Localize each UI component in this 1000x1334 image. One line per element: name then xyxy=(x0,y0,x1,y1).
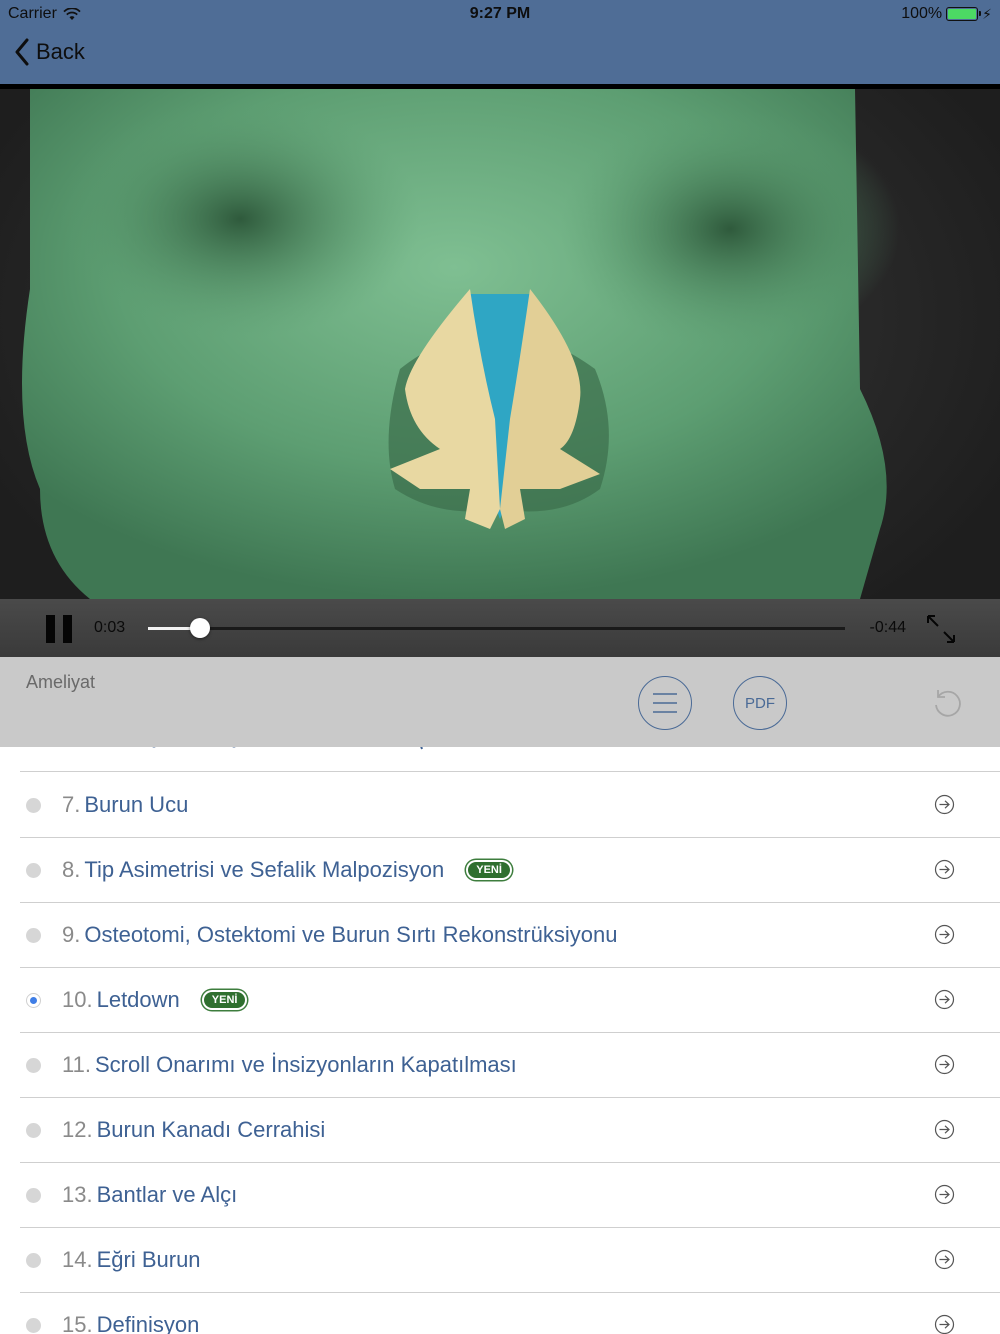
navigation-bar: Carrier 9:27 PM 100% ⚡ Back xyxy=(0,0,1000,84)
lesson-indicator xyxy=(26,1318,41,1333)
lesson-number: 14. xyxy=(62,1247,93,1272)
lesson-indicator xyxy=(26,1058,41,1073)
chevron-left-icon xyxy=(15,38,29,66)
lesson-indicator xyxy=(26,928,41,943)
lesson-indicator xyxy=(26,798,41,813)
lesson-number: 15. xyxy=(62,1312,93,1334)
lesson-number: 11. xyxy=(62,1052,91,1077)
lesson-indicator xyxy=(26,1253,41,1268)
lesson-title: 15. Definisyon xyxy=(62,1312,199,1334)
lesson-indicator xyxy=(26,1188,41,1203)
video-frame xyxy=(22,89,900,599)
lesson-number: 9. xyxy=(62,922,81,947)
remaining-time: -0:44 xyxy=(869,619,906,636)
arrow-right-circle-icon[interactable] xyxy=(934,794,955,815)
partial-list-item[interactable] xyxy=(20,747,1000,772)
lesson-name: Eğri Burun xyxy=(96,1247,201,1272)
arrow-right-circle-icon[interactable] xyxy=(934,1249,955,1270)
battery-icon xyxy=(946,7,982,21)
lesson-name: Tip Asimetrisi ve Sefalik Malpozisyon xyxy=(84,857,445,882)
progress-slider[interactable] xyxy=(148,618,845,638)
list-item[interactable]: 15. Definisyon xyxy=(20,1293,1000,1334)
lesson-name: Scroll Onarımı ve İnsizyonların Kapatılm… xyxy=(94,1052,517,1077)
lesson-list: 7. Burun Ucu 8. Tip Asimetrisi ve Sefalik M… xyxy=(0,747,1000,1334)
lesson-number: 7. xyxy=(62,792,81,817)
lesson-name: Definisyon xyxy=(96,1312,200,1334)
list-item[interactable]: 13. Bantlar ve Alçı xyxy=(20,1163,1000,1228)
pdf-label: PDF xyxy=(745,694,775,712)
lesson-title: 13. Bantlar ve Alçı xyxy=(62,1182,237,1208)
new-badge: YENİ xyxy=(203,992,246,1008)
list-item[interactable]: 7. Burun Ucu xyxy=(20,773,1000,838)
battery-percent: 100% xyxy=(901,5,943,22)
battery-indicator: 100% ⚡ xyxy=(901,5,992,23)
elapsed-time: 0:03 xyxy=(94,619,126,636)
list-item[interactable]: 10. Letdown YENİ xyxy=(20,968,1000,1033)
lesson-name: Burun Ucu xyxy=(84,792,189,817)
list-icon xyxy=(653,693,677,713)
arrow-right-circle-icon[interactable] xyxy=(934,924,955,945)
lesson-toolbar: Ameliyat PDF xyxy=(0,657,1000,747)
list-item[interactable]: 11. Scroll Onarımı ve İnsizyonların Kapat… xyxy=(20,1033,1000,1098)
lesson-title: 9. Osteotomi, Ostektomi ve Burun Sırtı Re… xyxy=(62,922,617,948)
arrow-right-circle-icon[interactable] xyxy=(934,1314,955,1334)
video-player[interactable]: 0:03 -0:44 xyxy=(0,89,1000,657)
lesson-title: 11. Scroll Onarımı ve İnsizyonların Kapat… xyxy=(62,1052,517,1078)
back-label: Back xyxy=(36,39,85,64)
section-label: Ameliyat xyxy=(26,672,96,692)
clipped-title xyxy=(152,747,423,750)
pause-button[interactable] xyxy=(46,615,74,643)
lesson-number: 10. xyxy=(62,987,93,1012)
progress-thumb[interactable] xyxy=(189,618,210,638)
current-lesson-indicator xyxy=(26,993,41,1008)
arrow-right-circle-icon[interactable] xyxy=(934,1119,955,1140)
lesson-indicator xyxy=(26,1123,41,1138)
lesson-indicator xyxy=(26,863,41,878)
lesson-title: 8. Tip Asimetrisi ve Sefalik Malpozisyon Y… xyxy=(62,857,510,883)
lesson-title: 10. Letdown YENİ xyxy=(62,987,246,1013)
lesson-title: 14. Eğri Burun xyxy=(62,1247,201,1273)
status-bar: Carrier 9:27 PM 100% ⚡ xyxy=(0,0,1000,28)
list-item[interactable]: 12. Burun Kanadı Cerrahisi xyxy=(20,1098,1000,1163)
arrow-right-circle-icon[interactable] xyxy=(934,989,955,1010)
replay-icon[interactable] xyxy=(930,685,966,721)
lesson-title: 7. Burun Ucu xyxy=(62,792,188,818)
menu-button[interactable] xyxy=(638,676,692,730)
arrow-right-circle-icon[interactable] xyxy=(934,1184,955,1205)
lesson-title: 12. Burun Kanadı Cerrahisi xyxy=(62,1117,325,1143)
arrow-right-circle-icon[interactable] xyxy=(934,1054,955,1075)
lesson-name: Letdown xyxy=(96,987,180,1012)
lesson-number: 12. xyxy=(62,1117,93,1142)
list-item[interactable]: 8. Tip Asimetrisi ve Sefalik Malpozisyon Y… xyxy=(20,838,1000,903)
new-badge: YENİ xyxy=(468,862,510,878)
playback-controls: 0:03 -0:44 xyxy=(0,599,1000,657)
pdf-button[interactable]: PDF xyxy=(733,676,787,730)
fullscreen-icon[interactable] xyxy=(924,613,958,645)
lesson-number: 8. xyxy=(62,857,81,882)
lesson-name: Burun Kanadı Cerrahisi xyxy=(96,1117,326,1142)
charging-icon: ⚡ xyxy=(982,5,992,22)
arrow-right-circle-icon[interactable] xyxy=(934,859,955,880)
list-item[interactable]: 9. Osteotomi, Ostektomi ve Burun Sırtı Re… xyxy=(20,903,1000,968)
lesson-number: 13. xyxy=(62,1182,93,1207)
list-item[interactable]: 14. Eğri Burun xyxy=(20,1228,1000,1293)
lesson-name: Bantlar ve Alçı xyxy=(96,1182,238,1207)
back-button[interactable]: Back xyxy=(14,38,85,66)
clock: 9:27 PM xyxy=(469,5,531,22)
lesson-name: Osteotomi, Ostektomi ve Burun Sırtı Reko… xyxy=(84,922,618,947)
